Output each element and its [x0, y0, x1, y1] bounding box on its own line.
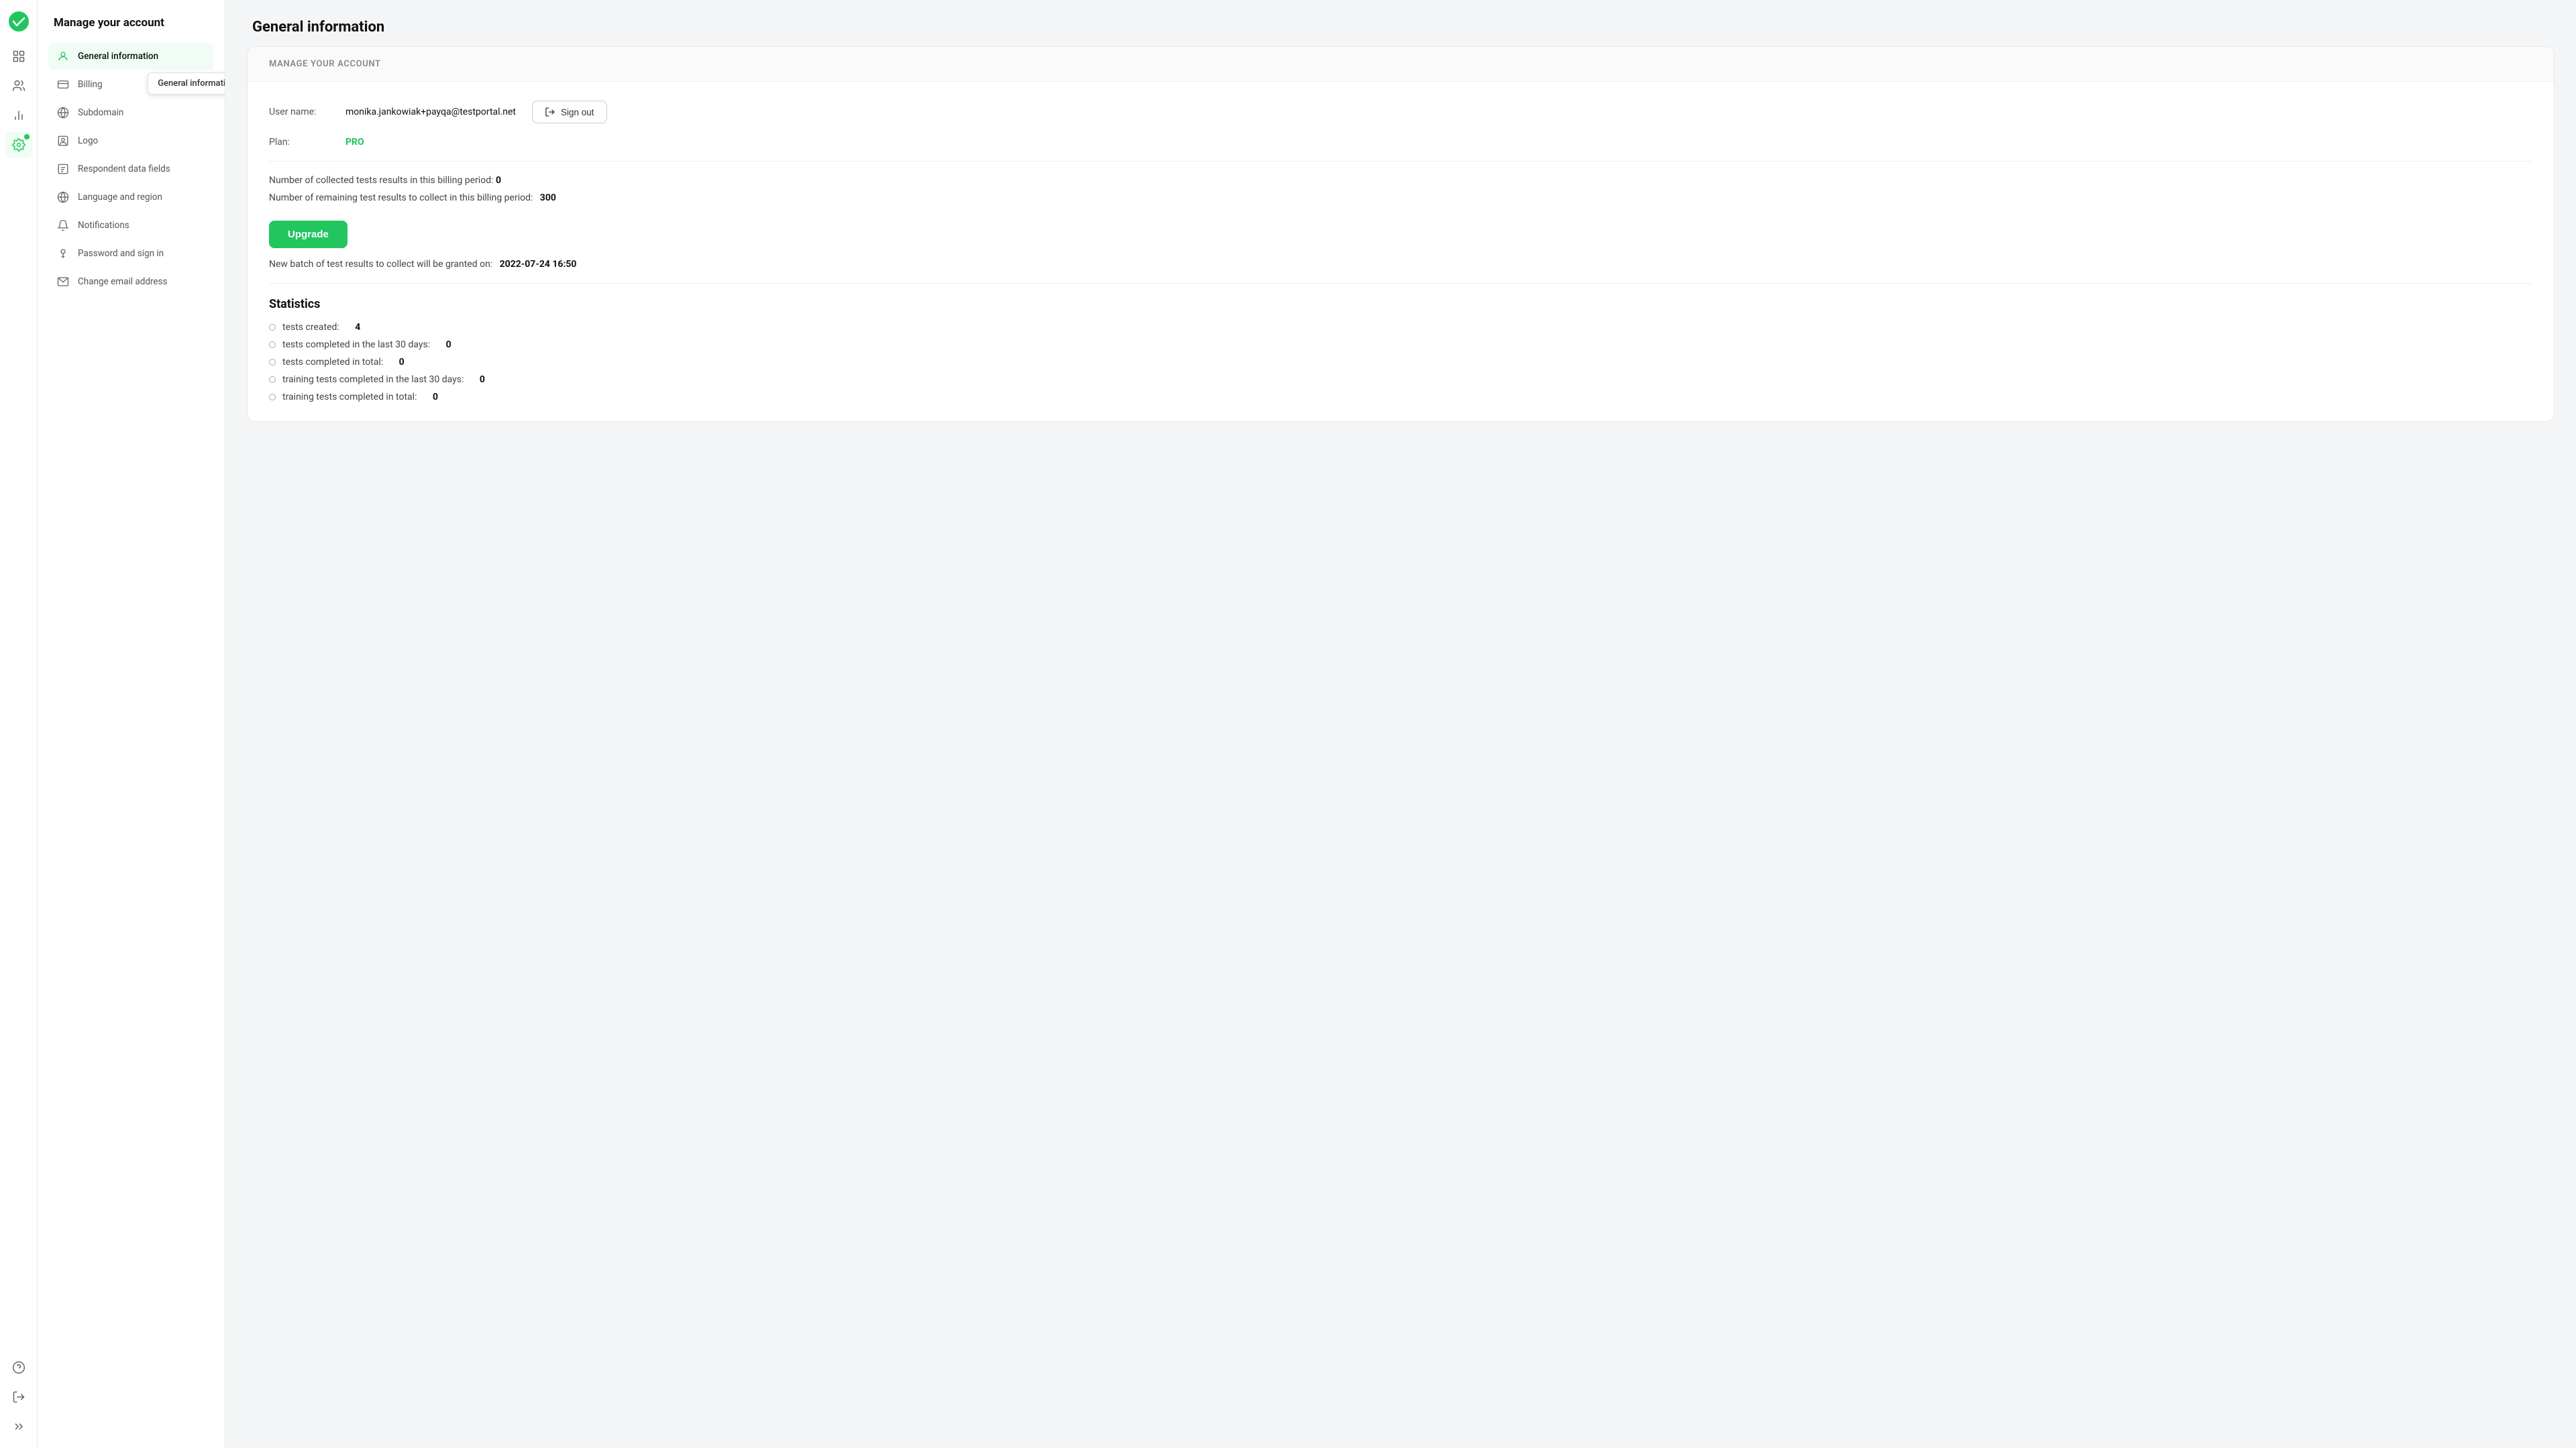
billing-icon [56, 78, 70, 91]
sidebar-item-language-and-region[interactable]: Language and region [48, 184, 214, 211]
statistics-list: tests created: 4 tests completed in the … [269, 322, 2532, 402]
stat-training-total: training tests completed in total: 0 [269, 392, 2532, 402]
user-name-row: User name: monika.jankowiak+payqa@testpo… [269, 101, 2532, 123]
sidebar-label-respondent-data-fields: Respondent data fields [78, 164, 170, 174]
app-logo [5, 8, 32, 35]
sidebar-label-notifications: Notifications [78, 220, 129, 231]
sidebar-label-general-information: General information [78, 51, 158, 62]
card-body: User name: monika.jankowiak+payqa@testpo… [248, 82, 2554, 421]
collected-value: 0 [496, 175, 501, 186]
sidebar-label-subdomain: Subdomain [78, 107, 123, 118]
stat-training-30days-value: 0 [480, 374, 485, 385]
batch-label: New batch of test results to collect wil… [269, 259, 492, 270]
upgrade-button[interactable]: Upgrade [269, 221, 347, 248]
sidebar-label-password-and-sign-in: Password and sign in [78, 248, 164, 259]
expand-icon-button[interactable] [5, 1413, 32, 1440]
remaining-label: Number of remaining test results to coll… [269, 192, 533, 203]
divider-2 [269, 283, 2532, 284]
general-information-tooltip: General information [148, 72, 225, 95]
sidebar: Manage your account General information … [38, 0, 225, 1448]
sidebar-label-logo: Logo [78, 135, 98, 146]
stat-training-total-value: 0 [433, 392, 438, 402]
sidebar-item-respondent-data-fields[interactable]: Respondent data fields [48, 156, 214, 182]
subdomain-icon [56, 106, 70, 119]
settings-badge [24, 134, 30, 140]
remaining-value: 300 [540, 192, 556, 203]
page-title: General information [252, 19, 2549, 36]
respondent-icon [56, 162, 70, 176]
sidebar-item-notifications[interactable]: Notifications [48, 212, 214, 239]
plan-row: Plan: PRO [269, 137, 2532, 148]
sidebar-item-password-and-sign-in[interactable]: Password and sign in [48, 240, 214, 267]
logo-icon [56, 134, 70, 148]
stat-tests-completed-30days: tests completed in the last 30 days: 0 [269, 339, 2532, 350]
divider-1 [269, 161, 2532, 162]
collected-row: Number of collected tests results in thi… [269, 175, 2532, 186]
sidebar-nav: General information General information … [48, 43, 214, 295]
stat-tests-completed-30days-label: tests completed in the last 30 days: [282, 339, 430, 350]
batch-value: 2022-07-24 16:50 [500, 259, 577, 270]
icon-rail-bottom [5, 1354, 32, 1440]
language-icon [56, 190, 70, 204]
user-name-label: User name: [269, 107, 329, 117]
sidebar-label-change-email-address: Change email address [78, 276, 167, 287]
password-icon [56, 247, 70, 260]
card-section-header: MANAGE YOUR ACCOUNT [248, 47, 2554, 82]
stat-training-30days: training tests completed in the last 30 … [269, 374, 2532, 385]
stat-tests-completed-total-value: 0 [399, 357, 405, 368]
icon-rail [0, 0, 38, 1448]
sidebar-title: Manage your account [48, 16, 214, 30]
person-icon [56, 50, 70, 63]
sidebar-item-change-email-address[interactable]: Change email address [48, 268, 214, 295]
user-name-value: monika.jankowiak+payqa@testportal.net [345, 107, 516, 117]
plan-value: PRO [345, 137, 364, 148]
stat-tests-created: tests created: 4 [269, 322, 2532, 333]
signout-rail-icon-button[interactable] [5, 1384, 32, 1410]
stat-training-30days-label: training tests completed in the last 30 … [282, 374, 464, 385]
statistics-title: Statistics [269, 297, 2532, 311]
sidebar-icon-analytics[interactable] [5, 102, 32, 129]
plan-label: Plan: [269, 137, 329, 148]
sidebar-icon-users[interactable] [5, 72, 32, 99]
main-content: General information MANAGE YOUR ACCOUNT … [225, 0, 2576, 1448]
sign-out-label: Sign out [561, 107, 594, 117]
stat-tests-completed-total-label: tests completed in total: [282, 357, 383, 368]
sidebar-item-subdomain[interactable]: Subdomain [48, 99, 214, 126]
sidebar-label-billing: Billing [78, 79, 103, 90]
notifications-icon [56, 219, 70, 232]
content-card: MANAGE YOUR ACCOUNT User name: monika.ja… [247, 46, 2555, 422]
sidebar-label-language-and-region: Language and region [78, 192, 162, 203]
page-header: General information [225, 0, 2576, 46]
sidebar-icon-dashboard[interactable] [5, 43, 32, 70]
batch-info-row: New batch of test results to collect wil… [269, 259, 2532, 270]
stat-training-total-label: training tests completed in total: [282, 392, 417, 402]
sign-out-button[interactable]: Sign out [532, 101, 607, 123]
email-icon [56, 275, 70, 288]
collected-label: Number of collected tests results in thi… [269, 175, 493, 186]
remaining-row: Number of remaining test results to coll… [269, 192, 2532, 203]
billing-info: Number of collected tests results in thi… [269, 175, 2532, 203]
help-icon-button[interactable] [5, 1354, 32, 1381]
stat-tests-created-value: 4 [355, 322, 360, 333]
sign-out-icon [545, 107, 555, 117]
stat-tests-completed-total: tests completed in total: 0 [269, 357, 2532, 368]
stat-tests-created-label: tests created: [282, 322, 339, 333]
upgrade-label: Upgrade [288, 229, 329, 240]
sidebar-item-general-information[interactable]: General information General information [48, 43, 214, 70]
sidebar-icon-settings[interactable] [5, 131, 32, 158]
stat-tests-completed-30days-value: 0 [446, 339, 451, 350]
sidebar-item-logo[interactable]: Logo [48, 127, 214, 154]
